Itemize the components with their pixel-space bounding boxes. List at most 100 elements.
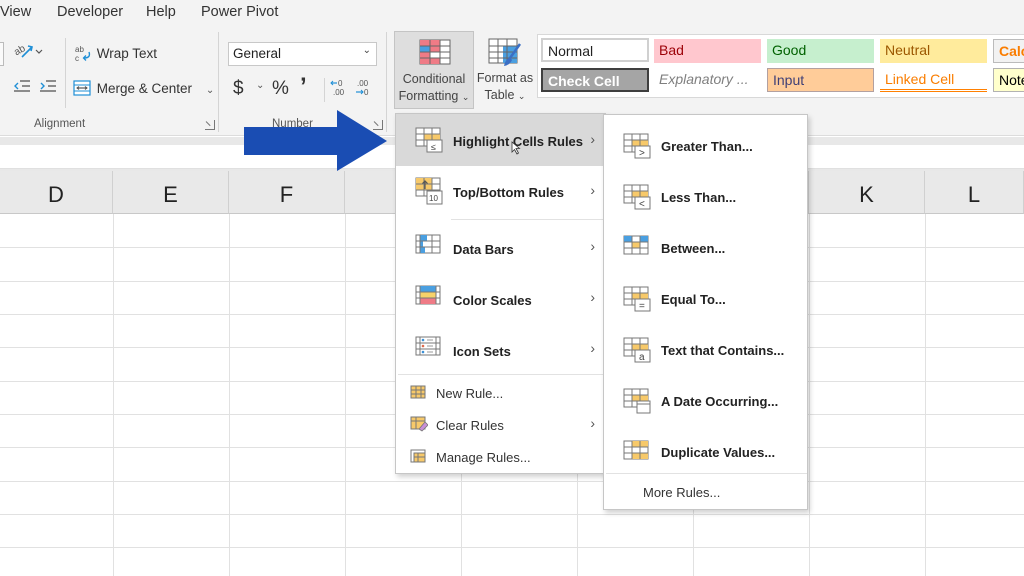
style-bad[interactable]: Bad — [654, 39, 761, 63]
svg-text:=: = — [639, 301, 645, 312]
submenu-item-text-contains[interactable]: a Text that Contains... — [604, 325, 807, 376]
menu-item-clear-rules[interactable]: Clear Rules › — [396, 410, 605, 440]
svg-text:c: c — [75, 54, 79, 62]
conditional-formatting-icon — [419, 39, 451, 65]
icon-sets-icon — [415, 336, 441, 356]
alignment-group-label: Alignment — [34, 118, 86, 130]
number-format-value: General — [233, 46, 282, 61]
submenu-item-label: Duplicate Values... — [661, 445, 776, 460]
number-format-dropdown[interactable]: General ⌄ — [228, 42, 377, 66]
submenu-item-label: Greater Than... — [661, 139, 753, 154]
conditional-formatting-button[interactable]: Conditional Formatting ⌄ — [394, 31, 474, 109]
increase-decimal-icon: 0 .00 — [330, 79, 345, 97]
increase-indent-icon — [40, 80, 56, 92]
column-header-f[interactable]: F — [229, 171, 345, 214]
ribbon-separator — [324, 78, 325, 102]
orientation-control-edge[interactable] — [0, 42, 4, 66]
row-line — [0, 481, 1024, 482]
column-header-l[interactable]: L — [925, 171, 1024, 214]
menu-item-label: Clear Rules — [436, 418, 504, 433]
less-than-icon: < — [623, 184, 651, 210]
svg-text:ab: ab — [14, 43, 28, 58]
menu-separator — [606, 473, 807, 474]
style-neutral[interactable]: Neutral — [880, 39, 987, 63]
wrap-text-button[interactable]: ab c Wrap Text — [75, 44, 157, 63]
svg-text:0: 0 — [338, 79, 343, 88]
increase-indent-button[interactable] — [39, 78, 57, 97]
merge-center-dropdown-icon[interactable]: ⌄ — [206, 85, 214, 96]
svg-text:>: > — [639, 148, 645, 159]
tab-developer[interactable]: Developer — [57, 4, 123, 20]
accounting-format-button[interactable]: $ — [233, 78, 244, 100]
style-explanatory[interactable]: Explanatory ... — [654, 68, 761, 92]
style-note[interactable]: Note — [993, 68, 1024, 92]
decrease-indent-icon — [14, 80, 30, 92]
merge-center-label: Merge & Center — [96, 81, 193, 96]
top-bottom-icon: 10 — [415, 177, 443, 205]
duplicate-values-icon — [623, 440, 649, 460]
conditional-formatting-menu: ≤ Highlight Cells Rules › 10 Top/Bottom … — [395, 113, 607, 474]
format-as-table-button[interactable]: Format as Table ⌄ — [474, 31, 536, 109]
decrease-decimal-icon: .00 0 — [356, 79, 369, 97]
column-header-k[interactable]: K — [809, 171, 925, 214]
svg-text:.00: .00 — [333, 88, 345, 97]
decrease-indent-button[interactable] — [13, 78, 31, 97]
svg-text:.00: .00 — [357, 79, 369, 88]
submenu-item-duplicate-values[interactable]: Duplicate Values... — [604, 427, 807, 478]
menu-item-data-bars[interactable]: Data Bars › — [396, 220, 605, 271]
menu-item-manage-rules[interactable]: Manage Rules... — [396, 442, 605, 472]
tab-help[interactable]: Help — [146, 4, 176, 20]
row-line — [0, 547, 1024, 548]
style-linked-cell[interactable]: Linked Cell — [880, 68, 987, 92]
merge-center-button[interactable]: Merge & Center ⌄ — [73, 80, 214, 96]
style-input[interactable]: Input — [767, 68, 874, 92]
orientation-button[interactable]: ab — [12, 42, 44, 63]
svg-text:ab: ab — [75, 45, 84, 54]
percent-style-button[interactable]: % — [272, 78, 289, 100]
svg-text:10: 10 — [429, 194, 438, 203]
chevron-right-icon: › — [590, 340, 595, 356]
chevron-right-icon: › — [590, 182, 595, 198]
ribbon-tab-bar: View Developer Help Power Pivot — [0, 0, 1024, 28]
style-check-cell[interactable]: Check Cell — [541, 68, 649, 92]
column-line — [345, 214, 346, 576]
decrease-decimal-button[interactable]: .00 0 — [354, 78, 372, 101]
menu-item-new-rule[interactable]: New Rule... — [396, 378, 605, 408]
submenu-item-label: More Rules... — [643, 485, 721, 500]
chevron-right-icon: › — [590, 131, 595, 147]
menu-item-label: New Rule... — [436, 386, 504, 401]
submenu-item-between[interactable]: Between... — [604, 223, 807, 274]
column-line — [229, 214, 230, 576]
submenu-item-date-occurring[interactable]: A Date Occurring... — [604, 376, 807, 427]
submenu-item-greater-than[interactable]: > Greater Than... — [604, 121, 807, 172]
mouse-cursor-icon — [511, 141, 521, 155]
format-as-table-label: Format as Table ⌄ — [476, 71, 534, 102]
increase-decimal-button[interactable]: 0 .00 — [330, 78, 348, 101]
cell-styles-gallery: Normal Bad Good Neutral Calc Check Cell … — [537, 34, 1024, 98]
tab-power-pivot[interactable]: Power Pivot — [201, 4, 278, 20]
submenu-item-equal-to[interactable]: = Equal To... — [604, 274, 807, 325]
greater-than-icon: > — [623, 133, 651, 159]
comma-style-button[interactable]: ’ — [300, 73, 307, 101]
column-line — [925, 214, 926, 576]
menu-item-highlight-cells-rules[interactable]: ≤ Highlight Cells Rules › — [396, 114, 605, 166]
style-calculation[interactable]: Calc — [993, 39, 1024, 63]
text-contains-icon: a — [623, 337, 651, 363]
accounting-dropdown-icon[interactable]: ⌄ — [256, 80, 264, 91]
alignment-dialog-launcher-icon[interactable] — [205, 120, 215, 130]
between-icon — [623, 235, 649, 255]
svg-text:≤: ≤ — [431, 142, 436, 152]
submenu-item-label: Between... — [661, 241, 726, 256]
manage-rules-icon — [410, 449, 426, 463]
submenu-item-less-than[interactable]: < Less Than... — [604, 172, 807, 223]
column-header-d[interactable]: D — [0, 171, 113, 214]
menu-item-top-bottom-rules[interactable]: 10 Top/Bottom Rules › — [396, 166, 605, 218]
menu-item-icon-sets[interactable]: Icon Sets › — [396, 322, 605, 373]
column-header-e[interactable]: E — [113, 171, 229, 214]
menu-item-color-scales[interactable]: Color Scales › — [396, 271, 605, 322]
submenu-item-more-rules[interactable]: More Rules... — [604, 477, 807, 507]
style-normal[interactable]: Normal — [541, 38, 649, 62]
tab-view[interactable]: View — [0, 4, 31, 20]
style-good[interactable]: Good — [767, 39, 874, 63]
row-line — [0, 514, 1024, 515]
